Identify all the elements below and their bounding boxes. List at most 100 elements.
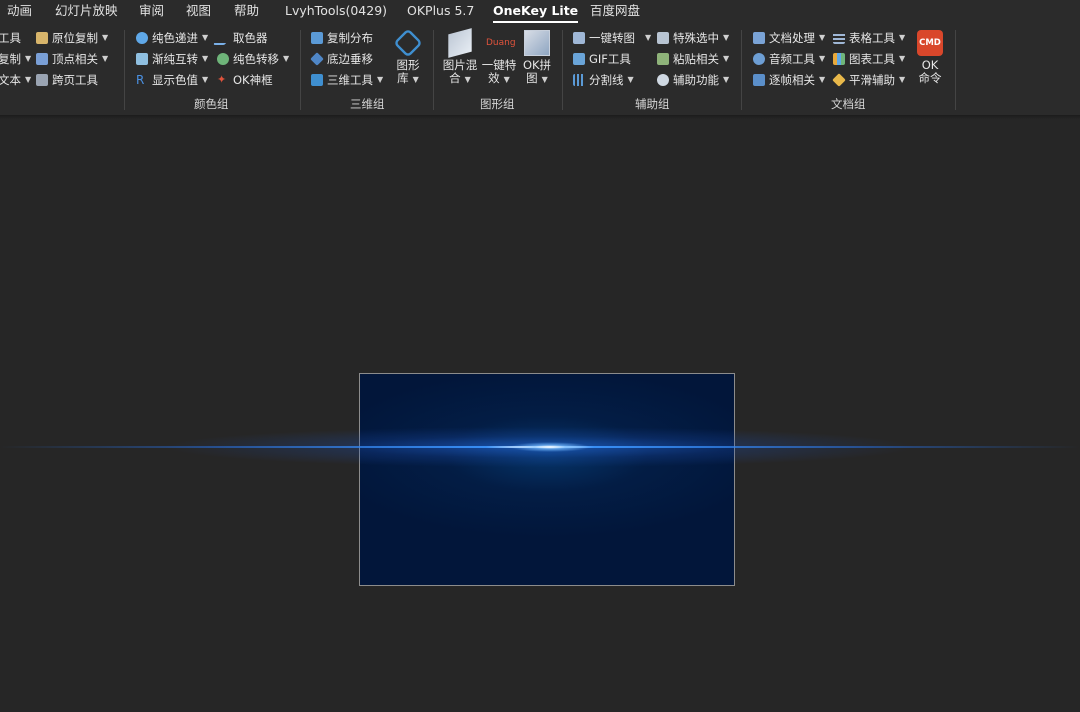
one-click-effect-label-line2: 效 (488, 71, 500, 85)
duang-icon: Duang (486, 38, 516, 48)
frame-by-frame-button[interactable]: 逐帧相关 ▼ (753, 71, 825, 89)
doc-process-label: 文档处理 (769, 31, 815, 45)
copy-label: 复制 (0, 52, 21, 66)
image-blend-label-line2: 合 (449, 71, 461, 85)
tab-slideshow[interactable]: 幻灯片放映 (55, 2, 118, 22)
assist-functions-label: 辅助功能 (673, 73, 719, 87)
color-picker-label: 取色器 (233, 31, 268, 45)
ok-magic-frame-button[interactable]: ✦ OK神框 (217, 71, 273, 89)
ok-collage-button[interactable]: OK拼 图 ▼ (519, 30, 555, 86)
chevron-down-icon: ▼ (899, 75, 906, 84)
solid-gradient-step-label: 纯色递进 (152, 31, 198, 45)
special-select-label: 特殊选中 (673, 31, 719, 45)
color-picker-button[interactable]: 取色器 (212, 29, 268, 47)
speaker-icon (753, 53, 765, 65)
convert-icon (136, 53, 148, 65)
chevron-down-icon: ▼ (412, 75, 419, 84)
slide-canvas[interactable] (359, 373, 735, 586)
in-place-copy-button[interactable]: 原位复制 ▼ (36, 29, 108, 47)
select-icon (657, 32, 669, 44)
tools-button[interactable]: 工具 (0, 29, 21, 47)
text-button[interactable]: 文本 ▼ (0, 71, 31, 89)
solid-color-transfer-button[interactable]: 纯色转移 ▼ (217, 50, 289, 68)
doc-process-button[interactable]: 文档处理 ▼ (753, 29, 825, 47)
shape-library-button[interactable]: 图形 库 ▼ (390, 28, 426, 86)
gradient-solid-convert-label: 渐纯互转 (152, 52, 198, 66)
solid-gradient-step-button[interactable]: 纯色递进 ▼ (136, 29, 208, 47)
assist-functions-button[interactable]: 辅助功能 ▼ (657, 71, 729, 89)
show-color-value-label: 显示色值 (152, 73, 198, 87)
table-icon (833, 32, 845, 44)
ok-magic-frame-label: OK神框 (233, 73, 273, 87)
tab-baidu-netdisk[interactable]: 百度网盘 (590, 2, 640, 22)
tab-help[interactable]: 帮助 (234, 2, 259, 22)
audio-tools-label: 音频工具 (769, 52, 815, 66)
paste-tools-button[interactable]: 粘贴相关 ▼ (657, 50, 729, 68)
group-divider (741, 30, 742, 110)
paste-icon (657, 53, 669, 65)
bar-chart-icon (833, 53, 845, 65)
chevron-down-icon: ▼ (627, 75, 634, 84)
hexagon-icon (393, 28, 423, 58)
image-convert-icon (573, 32, 585, 44)
ok-command-label-line2: 命令 (918, 71, 942, 85)
chevron-down-icon: ▼ (202, 54, 209, 63)
image-stack-icon (448, 28, 472, 58)
gif-tool-label: GIF工具 (589, 52, 631, 66)
copy-button[interactable]: 复制 ▼ (0, 50, 31, 68)
color-transfer-icon (217, 53, 229, 65)
image-blend-button[interactable]: 图片混 合 ▼ (441, 28, 479, 86)
3d-group-label: 三维组 (350, 97, 385, 111)
gif-tool-button[interactable]: GIF工具 (573, 50, 631, 68)
divider-line-label: 分割线 (589, 73, 624, 87)
show-color-value-button[interactable]: R 显示色值 ▼ (136, 71, 208, 89)
in-place-copy-icon (36, 32, 48, 44)
table-tools-button[interactable]: 表格工具 ▼ (833, 29, 905, 47)
shape-library-label-line2: 库 (397, 71, 409, 85)
tab-view[interactable]: 视图 (186, 2, 211, 22)
3d-tools-label: 三维工具 (327, 73, 373, 87)
3d-tools-button[interactable]: 三维工具 ▼ (311, 71, 383, 89)
gradient-solid-convert-button[interactable]: 渐纯互转 ▼ (136, 50, 208, 68)
tab-lvyhtools[interactable]: LvyhTools(0429) (285, 2, 387, 22)
special-select-button[interactable]: 特殊选中 ▼ (657, 29, 729, 47)
ribbon-shadow (0, 115, 1080, 119)
chart-tools-label: 图表工具 (849, 52, 895, 66)
chevron-down-icon: ▼ (899, 54, 906, 63)
frame-by-frame-label: 逐帧相关 (769, 73, 815, 87)
chevron-down-icon: ▼ (723, 54, 730, 63)
r-letter-icon: R (136, 73, 145, 87)
chevron-down-icon: ▼ (819, 54, 826, 63)
copy-distribute-icon (311, 32, 323, 44)
chevron-down-icon: ▼ (102, 33, 109, 42)
vertex-tools-button[interactable]: 顶点相关 ▼ (36, 50, 108, 68)
cross-page-tool-button[interactable]: 跨页工具 (36, 71, 98, 89)
divider-line-button[interactable]: 分割线 ▼ (573, 71, 634, 89)
tab-onekey-lite[interactable]: OneKey Lite (493, 2, 579, 23)
one-click-to-image-button[interactable]: 一键转图 ▼ (573, 29, 651, 47)
group-divider (124, 30, 125, 110)
tab-okplus[interactable]: OKPlus 5.7 (407, 2, 474, 22)
group-divider (300, 30, 301, 110)
chevron-down-icon: ▼ (541, 75, 548, 84)
grid-icon (573, 74, 585, 86)
audio-tools-button[interactable]: 音频工具 ▼ (753, 50, 825, 68)
tab-animations[interactable]: 动画 (7, 2, 32, 22)
chart-tools-button[interactable]: 图表工具 ▼ (833, 50, 905, 68)
layers-icon (310, 52, 324, 66)
bottom-edge-drop-button[interactable]: 底边垂移 (310, 50, 373, 68)
group-divider (562, 30, 563, 110)
one-click-effect-button[interactable]: Duang 一键特 效 ▼ (480, 30, 518, 86)
cross-page-tool-label: 跨页工具 (52, 73, 98, 87)
doc-group-label: 文档组 (831, 97, 866, 111)
frames-icon (753, 74, 765, 86)
copy-distribute-button[interactable]: 复制分布 (311, 29, 373, 47)
ok-command-button[interactable]: CMD OK 命令 (913, 30, 947, 85)
chevron-down-icon: ▼ (202, 33, 209, 42)
smooth-assist-button[interactable]: 平滑辅助 ▼ (832, 71, 906, 89)
chevron-down-icon: ▼ (464, 75, 471, 84)
chevron-down-icon: ▼ (25, 75, 32, 84)
tab-review[interactable]: 审阅 (139, 2, 164, 22)
group-divider (955, 30, 956, 110)
light-beam-core (510, 442, 590, 452)
